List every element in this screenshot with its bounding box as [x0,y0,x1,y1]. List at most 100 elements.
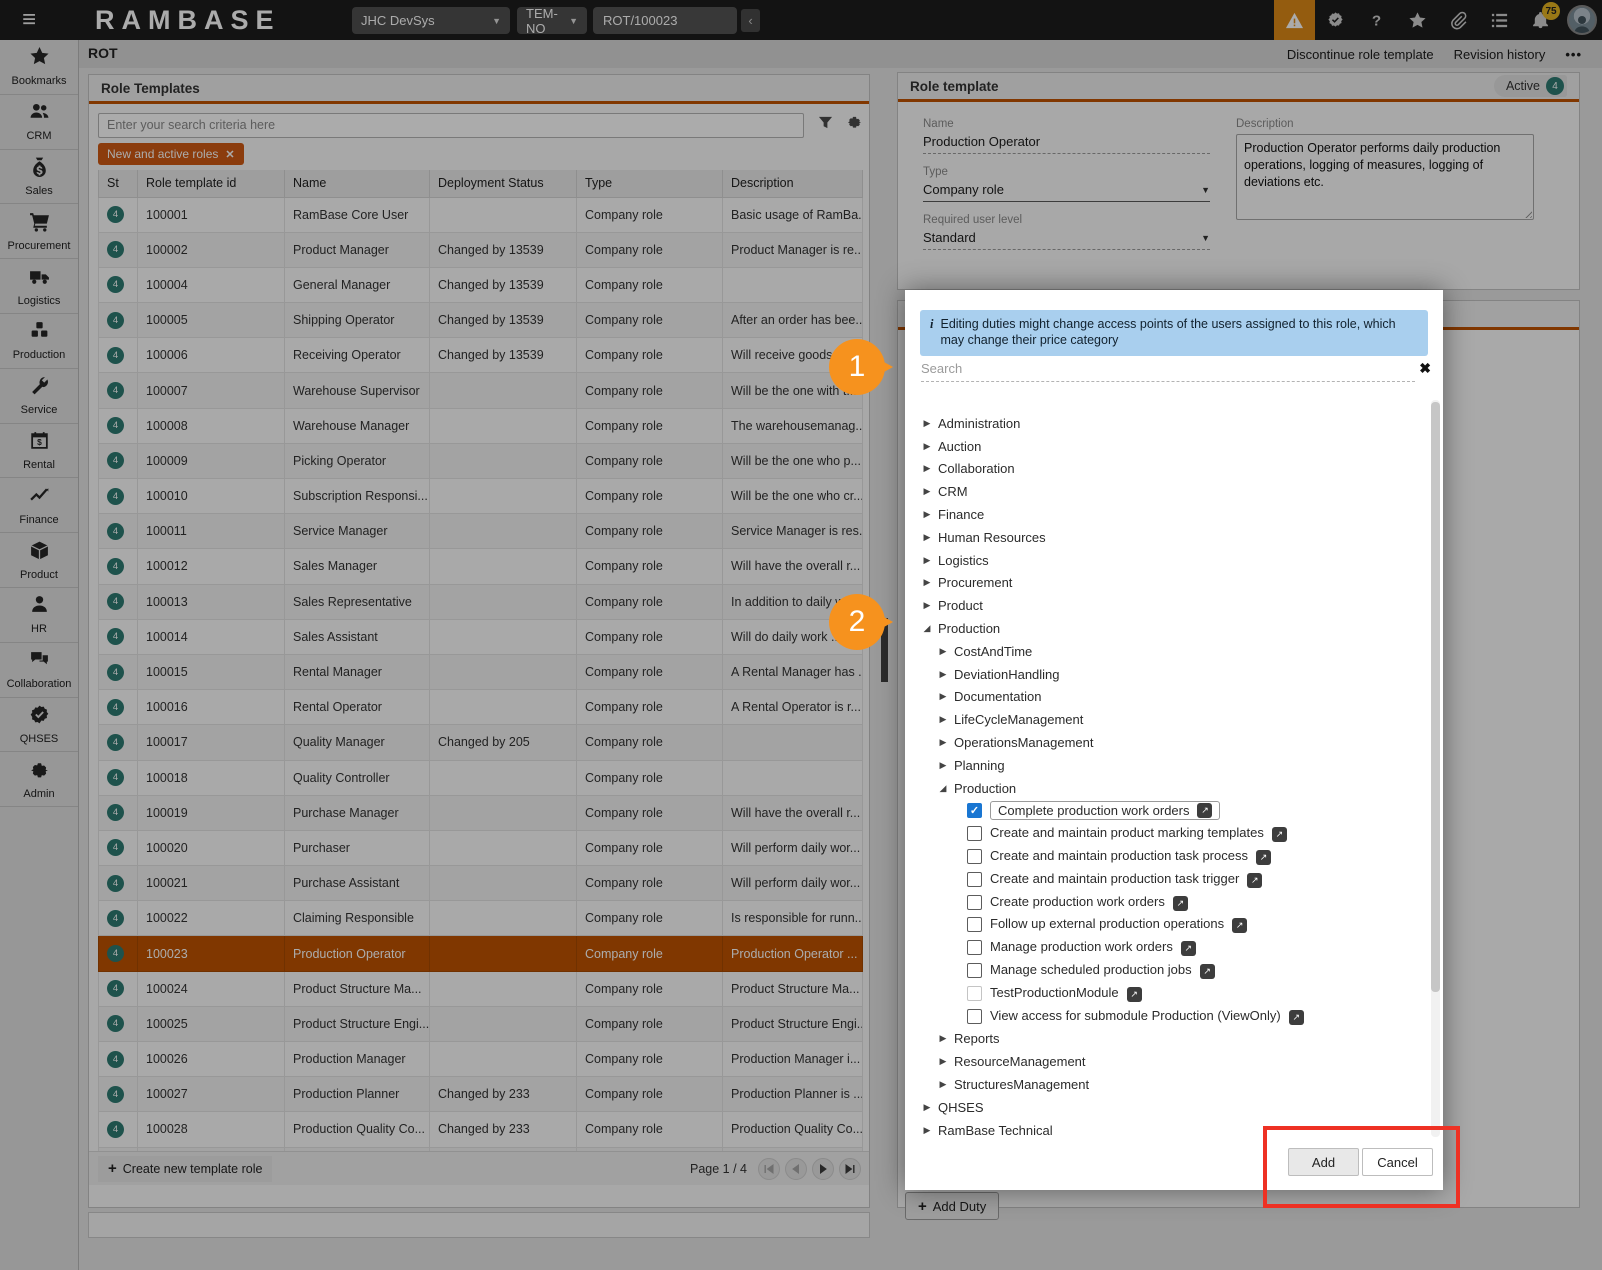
tree-collapse-icon[interactable]: ◢ [921,623,933,634]
tree-node-label: Administration [938,416,1020,431]
tree-expand-icon[interactable]: ▶ [937,1033,949,1044]
tree-node-label: Procurement [938,575,1012,590]
duty-label: Create and maintain production task proc… [990,848,1248,863]
tree-node-human-resources[interactable]: ▶Human Resources [905,526,1425,549]
tree-expand-icon[interactable]: ▶ [937,760,949,771]
tree-node-label: Finance [938,507,984,522]
clear-search-icon[interactable]: ✖ [1419,360,1431,377]
tree-node-production[interactable]: ◢Production [905,777,1425,800]
tree-expand-icon[interactable]: ▶ [921,463,933,474]
open-duty-external-link-icon[interactable]: ↗ [1127,987,1142,1002]
tree-expand-icon[interactable]: ▶ [921,441,933,452]
duty-label: Create and maintain product marking temp… [990,825,1264,840]
duty-checkbox[interactable] [967,826,982,841]
scrollbar-thumb[interactable] [1431,402,1440,992]
open-duty-external-link-icon[interactable]: ↗ [1200,964,1215,979]
tree-node-label: Product [938,598,983,613]
tree-expand-icon[interactable]: ▶ [937,714,949,725]
tree-node-product[interactable]: ▶ Product [905,594,1425,617]
tree-expand-icon[interactable]: ▶ [937,669,949,680]
tree-node-label: Auction [938,439,981,454]
open-duty-external-link-icon[interactable]: ↗ [1289,1010,1304,1025]
tree-node-logistics[interactable]: ▶Logistics [905,549,1425,572]
tree-expand-icon[interactable]: ▶ [937,737,949,748]
tree-expand-icon[interactable]: ▶ [937,1079,949,1090]
tree-node-label: CostAndTime [954,644,1032,659]
annotation-balloon-2: 2 [829,594,887,650]
duty-item[interactable]: Manage scheduled production jobs ↗ [905,959,1425,982]
tree-node-structuresmanagement[interactable]: ▶StructuresManagement [905,1073,1425,1096]
open-duty-external-link-icon[interactable]: ↗ [1197,803,1212,818]
open-duty-external-link-icon[interactable]: ↗ [1247,873,1262,888]
open-duty-external-link-icon[interactable]: ↗ [1232,918,1247,933]
tree-node-crm[interactable]: ▶CRM [905,480,1425,503]
open-duty-external-link-icon[interactable]: ↗ [1181,941,1196,956]
tree-node-production[interactable]: ◢ Production [905,617,1425,640]
tree-node-label: Reports [954,1031,1000,1046]
duty-checkbox[interactable] [967,963,982,978]
duty-item[interactable]: Create production work orders↗ [905,891,1425,914]
open-duty-external-link-icon[interactable]: ↗ [1272,827,1287,842]
duty-label: Manage scheduled production jobs [990,962,1192,977]
tree-expand-icon[interactable]: ▶ [937,1056,949,1067]
tree-expand-icon[interactable]: ▶ [921,1125,933,1136]
duty-checkbox[interactable] [967,849,982,864]
tree-node-label: OperationsManagement [954,735,1093,750]
tree-expand-icon[interactable]: ▶ [921,577,933,588]
tree-node-administration[interactable]: ▶ Administration [905,412,1425,435]
modal-scrollbar[interactable] [1431,400,1440,1137]
duty-checkbox[interactable] [967,895,982,910]
duties-search-placeholder: Search [921,361,962,376]
tree-node-label: LifeCycleManagement [954,712,1083,727]
tree-expand-icon[interactable]: ▶ [921,555,933,566]
tree-node-costandtime[interactable]: ▶ CostAndTime [905,640,1425,663]
duty-label: Manage production work orders [990,939,1173,954]
tree-node-label: RamBase Technical [938,1123,1053,1138]
duty-item[interactable]: ✓ Complete production work orders ↗ [905,800,1425,823]
tree-expand-icon[interactable]: ▶ [921,418,933,429]
annotation-number: 1 [829,339,885,395]
duty-item[interactable]: View access for submodule Production (Vi… [905,1005,1425,1028]
duty-checkbox-checked[interactable]: ✓ [967,803,982,818]
duty-item[interactable]: Create and maintain product marking temp… [905,822,1425,845]
duty-checkbox[interactable] [967,986,982,1001]
tree-node-auction[interactable]: ▶ Auction [905,435,1425,458]
tree-node-collaboration[interactable]: ▶Collaboration [905,458,1425,481]
duty-checkbox[interactable] [967,872,982,887]
open-duty-external-link-icon[interactable]: ↗ [1173,896,1188,911]
tree-node-procurement[interactable]: ▶ Procurement [905,572,1425,595]
tree-expand-icon[interactable]: ▶ [921,532,933,543]
tree-node-operationsmanagement[interactable]: ▶ OperationsManagement [905,731,1425,754]
duty-checkbox[interactable] [967,917,982,932]
tree-expand-icon[interactable]: ▶ [921,486,933,497]
duty-checkbox[interactable] [967,940,982,955]
duty-item[interactable]: Manage production work orders ↗ [905,936,1425,959]
duty-checkbox[interactable] [967,1009,982,1024]
duty-item[interactable]: TestProductionModule↗ [905,982,1425,1005]
tree-node-label: ResourceManagement [954,1054,1086,1069]
tree-node-finance[interactable]: ▶ Finance [905,503,1425,526]
tree-node-label: DeviationHandling [954,667,1060,682]
tree-collapse-icon[interactable]: ◢ [937,783,949,794]
tree-node-qhses[interactable]: ▶QHSES [905,1096,1425,1119]
info-banner: i Editing duties might change access poi… [920,310,1428,356]
tree-node-lifecyclemanagement[interactable]: ▶ LifeCycleManagement [905,708,1425,731]
duty-item[interactable]: Create and maintain production task trig… [905,868,1425,891]
tree-expand-icon[interactable]: ▶ [921,509,933,520]
tree-node-label: Production [938,621,1000,636]
tree-expand-icon[interactable]: ▶ [937,646,949,657]
duties-search-input[interactable]: Search [921,360,1415,382]
tree-node-deviationhandling[interactable]: ▶ DeviationHandling [905,663,1425,686]
annotation-red-rectangle [1263,1126,1460,1208]
duty-label: Complete production work orders [998,803,1189,818]
duty-item[interactable]: Create and maintain production task proc… [905,845,1425,868]
tree-node-resourcemanagement[interactable]: ▶ ResourceManagement [905,1050,1425,1073]
duty-item[interactable]: Follow up external production operations… [905,914,1425,937]
tree-node-planning[interactable]: ▶Planning [905,754,1425,777]
tree-expand-icon[interactable]: ▶ [937,691,949,702]
tree-node-documentation[interactable]: ▶Documentation [905,686,1425,709]
tree-node-reports[interactable]: ▶ Reports [905,1028,1425,1051]
tree-expand-icon[interactable]: ▶ [921,1102,933,1113]
tree-expand-icon[interactable]: ▶ [921,600,933,611]
open-duty-external-link-icon[interactable]: ↗ [1256,850,1271,865]
